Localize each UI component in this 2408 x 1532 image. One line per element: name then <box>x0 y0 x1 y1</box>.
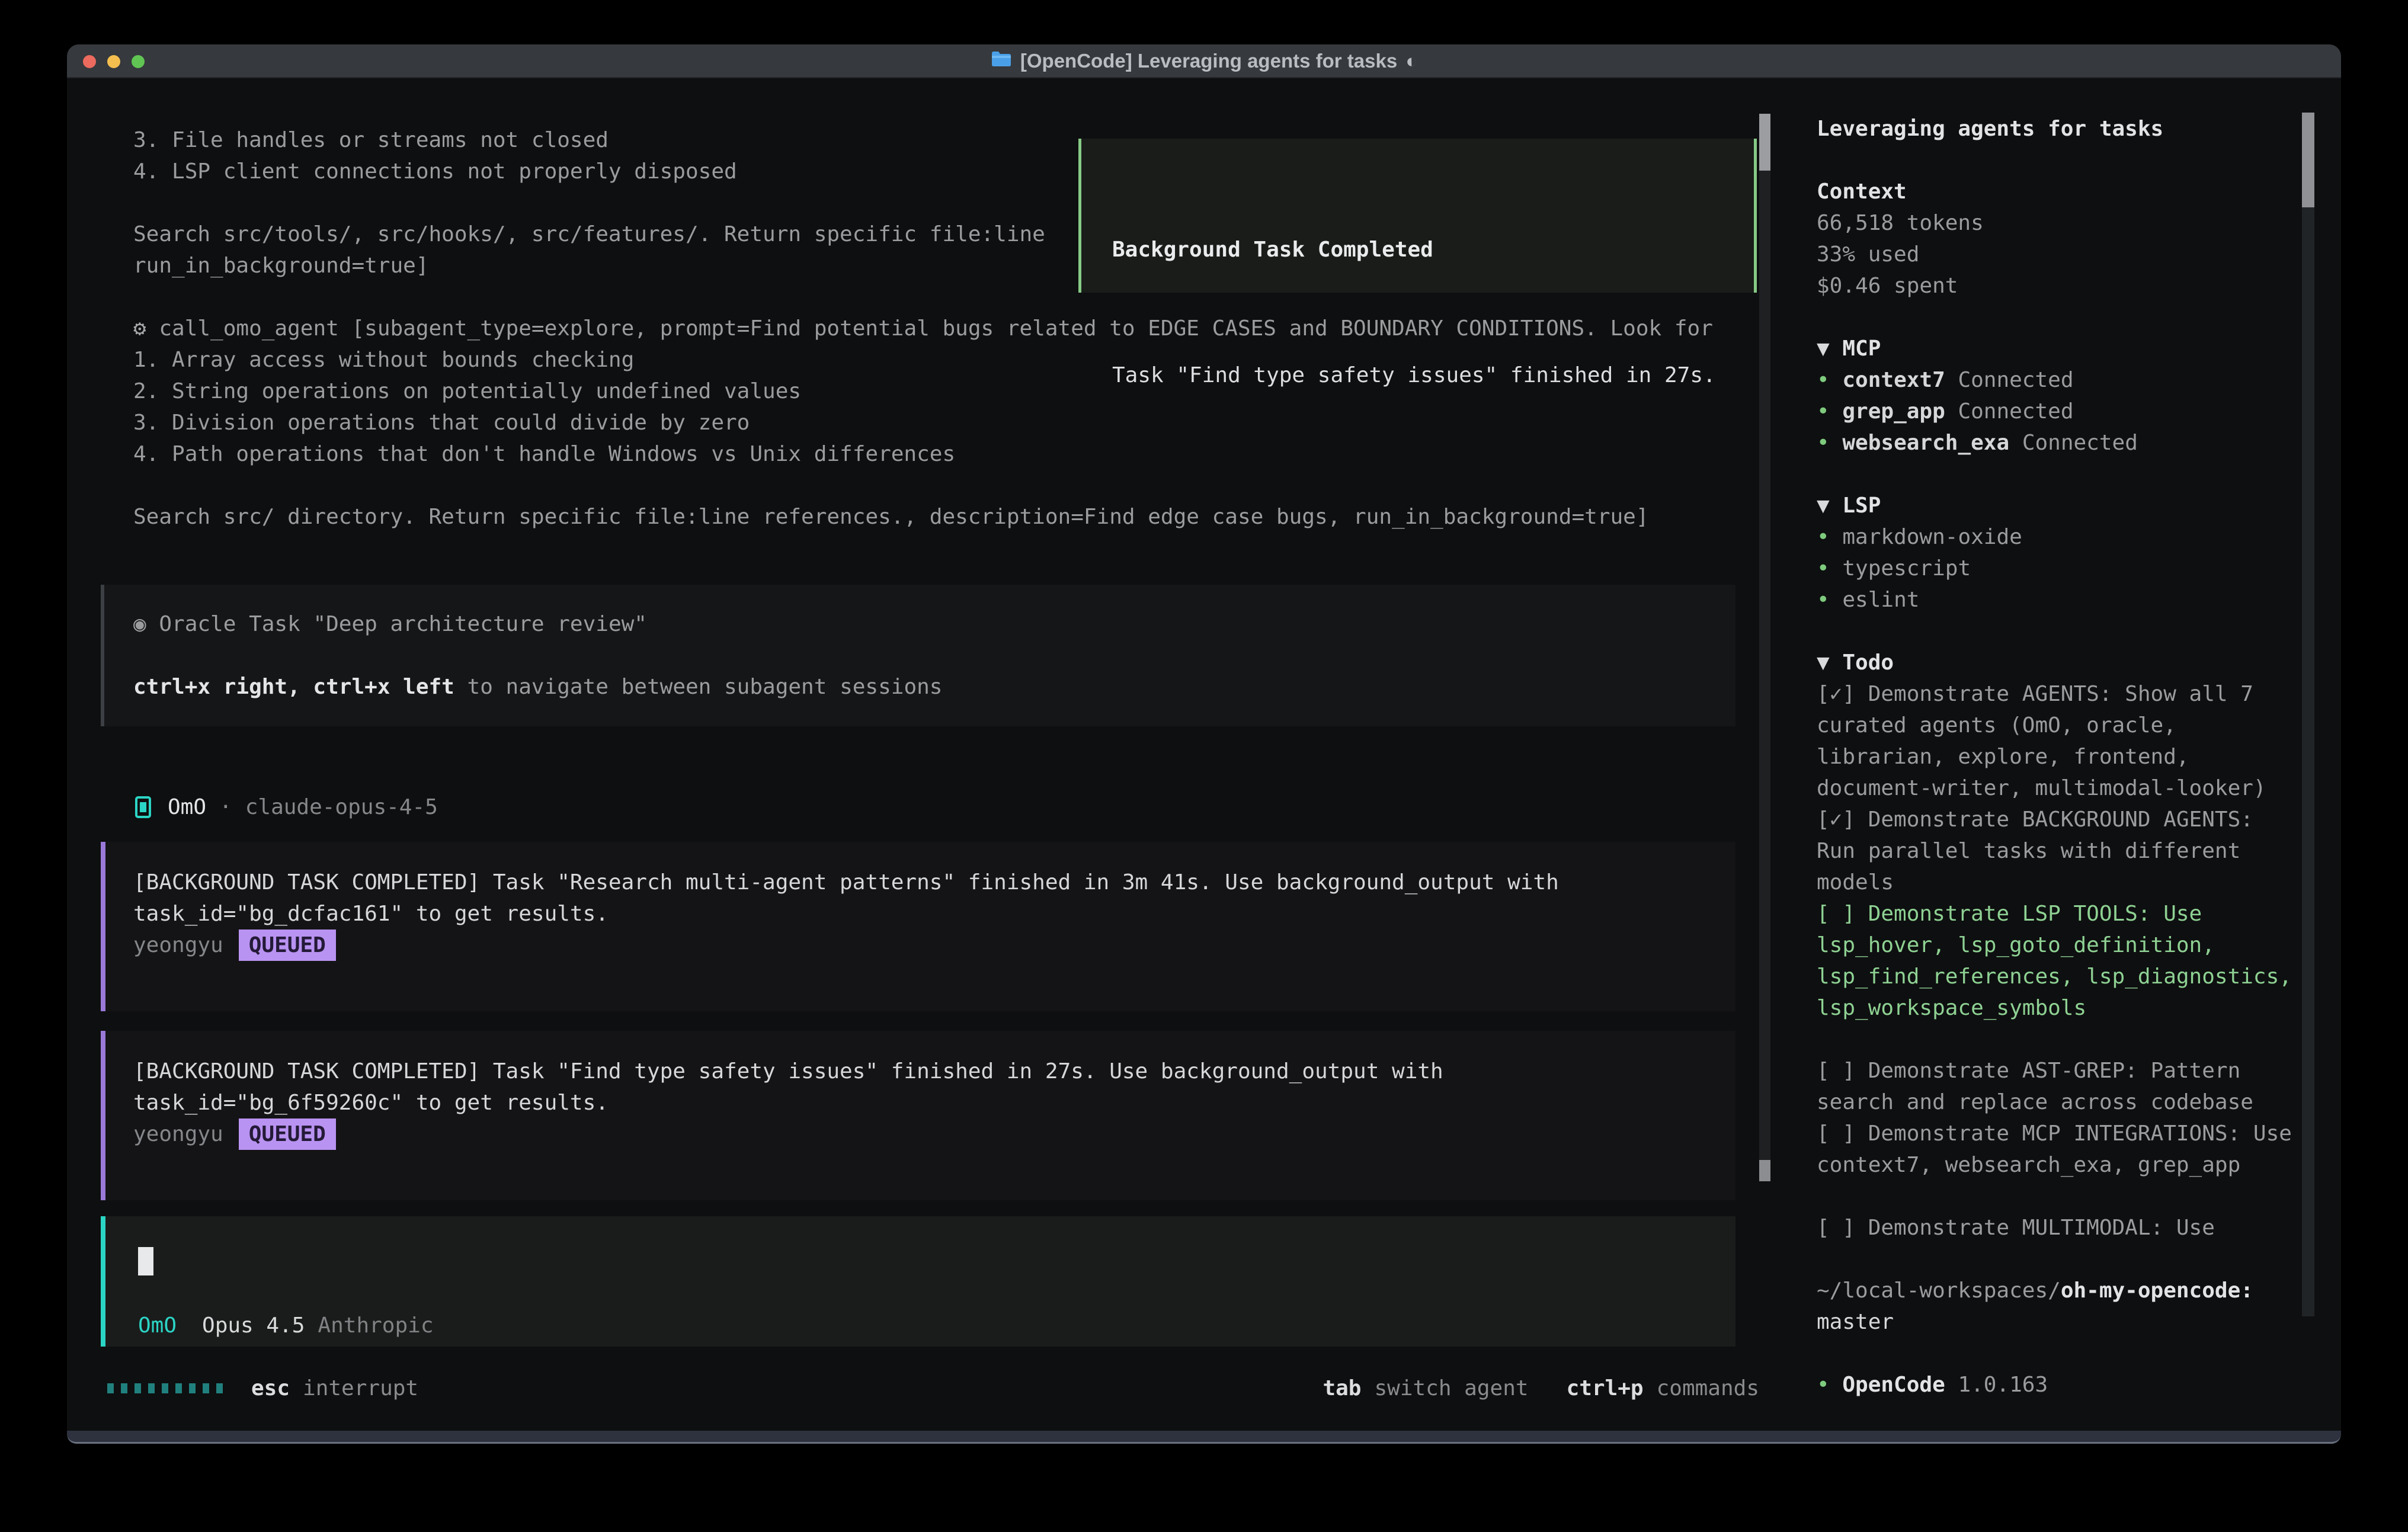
session-sidebar: Leveraging agents for tasks Context 66,5… <box>1785 79 2341 1431</box>
status-badge: QUEUED <box>239 1118 336 1150</box>
traffic-lights <box>83 44 145 78</box>
background-task-message[interactable]: [BACKGROUND TASK COMPLETED] Task "Find t… <box>101 1031 1735 1200</box>
tab-keycap: tab <box>1323 1373 1361 1404</box>
task-author: yeongyu <box>133 1118 223 1150</box>
agent-name: OmO <box>168 791 206 823</box>
ctrlp-keycap: ctrl+p <box>1567 1373 1644 1404</box>
status-badge: QUEUED <box>239 930 336 961</box>
version-line: • OpenCode 1.0.163 <box>1817 1369 2302 1400</box>
keyboard-hint-label: to navigate between subagent sessions <box>454 675 943 699</box>
green-dot-icon: • <box>1817 1373 1830 1397</box>
mcp-item: • context7 Connected <box>1817 364 2302 396</box>
scrollbar-thumb[interactable] <box>2302 113 2314 207</box>
input-agent-name[interactable]: OmO <box>138 1310 177 1341</box>
green-dot-icon: • <box>1817 556 1830 581</box>
todo-item-active: [ ] Demonstrate LSP TOOLS: Use lsp_hover… <box>1817 898 2302 1024</box>
app-name: OpenCode <box>1830 1373 1945 1397</box>
record-icon: ◉ <box>133 612 146 636</box>
agent-header: OmO · claude-opus-4-5 <box>135 791 1785 823</box>
lsp-item: • eslint <box>1817 584 2302 616</box>
folder-icon <box>991 50 1012 72</box>
gear-icon: ⚙ <box>133 316 146 341</box>
todo-item-pending: [ ] Demonstrate MCP INTEGRATIONS: Use co… <box>1817 1118 2302 1181</box>
agent-model: claude-opus-4-5 <box>245 791 438 823</box>
close-button[interactable] <box>83 55 96 68</box>
mcp-item: • grep_app Connected <box>1817 396 2302 427</box>
terminal-line-blank <box>133 470 1785 501</box>
lsp-item: • markdown-oxide <box>1817 521 2302 553</box>
task-message-text: [BACKGROUND TASK COMPLETED] Task "Find t… <box>133 1056 1603 1118</box>
modified-indicator-icon: ◐ <box>1405 50 1417 72</box>
keyboard-hint-keys: ctrl+x right, ctrl+x left <box>133 675 454 699</box>
chevron-down-icon[interactable]: ▼ <box>1817 493 1830 518</box>
mcp-section-header[interactable]: ▼ MCP <box>1817 333 2302 364</box>
todo-item-pending: [ ] Demonstrate MULTIMODAL: Use <box>1817 1212 2302 1243</box>
task-author: yeongyu <box>133 930 223 961</box>
todo-item-done: [✓] Demonstrate AGENTS: Show all 7 curat… <box>1817 678 2302 804</box>
tab-key-label: switch agent <box>1374 1373 1528 1404</box>
todo-item-done: [✓] Demonstrate BACKGROUND AGENTS: Run p… <box>1817 804 2302 898</box>
green-dot-icon: • <box>1817 399 1830 424</box>
minimize-button[interactable] <box>107 55 120 68</box>
green-dot-icon: • <box>1817 588 1830 612</box>
window-bottom-edge <box>67 1431 2341 1444</box>
prompt-input[interactable]: OmO Opus 4.5 Anthropic <box>101 1216 1735 1347</box>
green-dot-icon: • <box>1817 368 1830 392</box>
task-message-text: [BACKGROUND TASK COMPLETED] Task "Resear… <box>133 867 1603 930</box>
scrollbar-thumb[interactable] <box>1759 114 1770 171</box>
title-bar[interactable]: [OpenCode] Leveraging agents for tasks ◐ <box>67 44 2341 78</box>
context-spent: $0.46 spent <box>1817 270 2302 302</box>
input-provider-name: Anthropic <box>318 1310 433 1341</box>
app-version: 1.0.163 <box>1945 1373 2048 1397</box>
green-dot-icon: • <box>1817 525 1830 549</box>
mcp-item: • websearch_exa Connected <box>1817 427 2302 459</box>
todo-section-header[interactable]: ▼ Todo <box>1817 647 2302 678</box>
tool-call-tail: Search src/ directory. Return specific f… <box>133 501 1785 533</box>
session-title: Leveraging agents for tasks <box>1817 113 2302 145</box>
ctrlp-key-label: commands <box>1657 1373 1759 1404</box>
background-task-message[interactable]: [BACKGROUND TASK COMPLETED] Task "Resear… <box>101 842 1735 1011</box>
omo-agent-icon <box>135 796 151 818</box>
main-scrollbar[interactable] <box>1759 114 1770 1181</box>
chat-main-area: 3. File handles or streams not closed 4.… <box>67 79 1785 1431</box>
scrollbar-thumb[interactable] <box>1759 1160 1770 1181</box>
terminal-window: [OpenCode] Leveraging agents for tasks ◐… <box>67 44 2341 1444</box>
status-bar: esc interrupt tab switch agent ctrl+p co… <box>107 1373 1759 1404</box>
esc-keycap: esc <box>251 1373 290 1404</box>
oracle-task-title: Oracle Task "Deep architecture review" <box>146 612 647 636</box>
text-cursor <box>138 1247 153 1275</box>
sidebar-scrollbar[interactable] <box>2302 113 2314 1316</box>
lsp-item: • typescript <box>1817 553 2302 584</box>
esc-key-label: interrupt <box>303 1373 418 1404</box>
input-model-name[interactable]: Opus 4.5 <box>202 1310 305 1341</box>
oracle-task-panel[interactable]: ◉ Oracle Task "Deep architecture review"… <box>101 585 1735 726</box>
todo-item-pending: [ ] Demonstrate AST-GREP: Pattern search… <box>1817 1055 2302 1118</box>
chevron-down-icon[interactable]: ▼ <box>1817 336 1830 361</box>
toast-body: Task "Find type safety issues" finished … <box>1112 360 1754 391</box>
chevron-down-icon[interactable]: ▼ <box>1817 650 1830 675</box>
zoom-button[interactable] <box>132 55 145 68</box>
separator-dot: · <box>219 791 232 823</box>
green-dot-icon: • <box>1817 431 1830 455</box>
background-task-toast[interactable]: Background Task Completed Task "Find typ… <box>1078 139 1757 293</box>
context-used: 33% used <box>1817 239 2302 270</box>
lsp-section-header[interactable]: ▼ LSP <box>1817 490 2302 521</box>
workspace-path: ~/local-workspaces/oh-my-opencode: maste… <box>1817 1275 2302 1338</box>
window-title: [OpenCode] Leveraging agents for tasks <box>1020 50 1397 72</box>
toast-title: Background Task Completed <box>1112 234 1754 265</box>
spinner-dots-icon <box>107 1383 223 1393</box>
context-tokens: 66,518 tokens <box>1817 207 2302 239</box>
context-heading: Context <box>1817 176 2302 207</box>
